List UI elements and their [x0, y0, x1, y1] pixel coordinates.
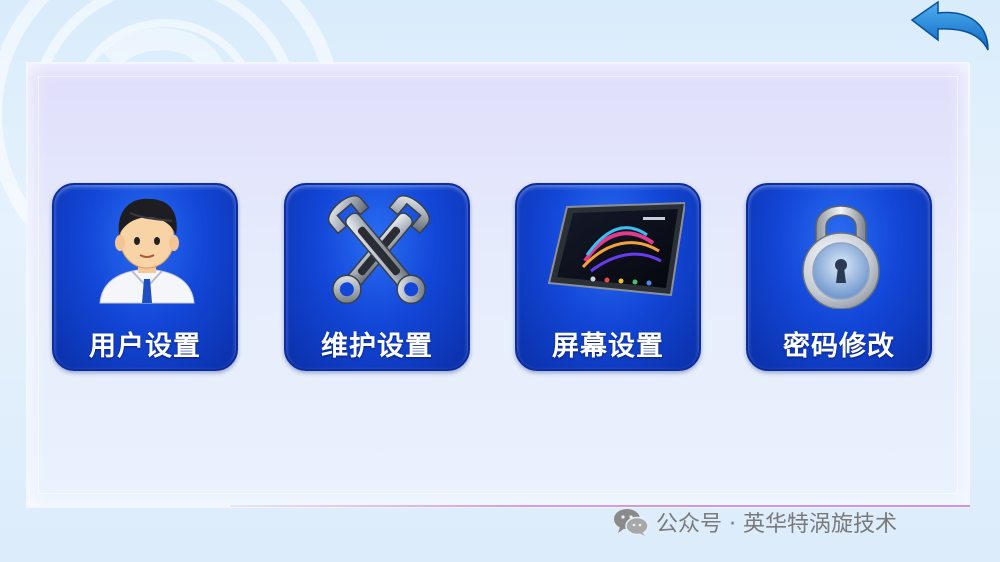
back-button[interactable]: [908, 0, 994, 54]
wechat-icon: [614, 509, 649, 536]
screen-settings-tile[interactable]: 屏幕设置: [515, 183, 701, 371]
back-arrow-icon: [910, 0, 989, 51]
user-settings-tile[interactable]: 用户设置: [52, 183, 238, 371]
tablet-icon: [547, 201, 685, 297]
wechat-watermark: 公众号 · 英华特涡旋技术: [612, 505, 897, 539]
maintenance-settings-tile[interactable]: 维护设置: [284, 183, 470, 371]
wrench-icon: [327, 195, 431, 305]
user-icon: [99, 198, 195, 304]
password-change-tile[interactable]: 密码修改: [746, 183, 932, 371]
watermark-text: 公众号 · 英华特涡旋技术: [656, 512, 897, 537]
user-settings-label: 用户设置: [89, 331, 201, 362]
maintenance-settings-label: 维护设置: [321, 331, 433, 362]
password-change-label: 密码修改: [783, 331, 895, 362]
padlock-icon: [802, 205, 880, 309]
screen-settings-label: 屏幕设置: [552, 331, 664, 362]
